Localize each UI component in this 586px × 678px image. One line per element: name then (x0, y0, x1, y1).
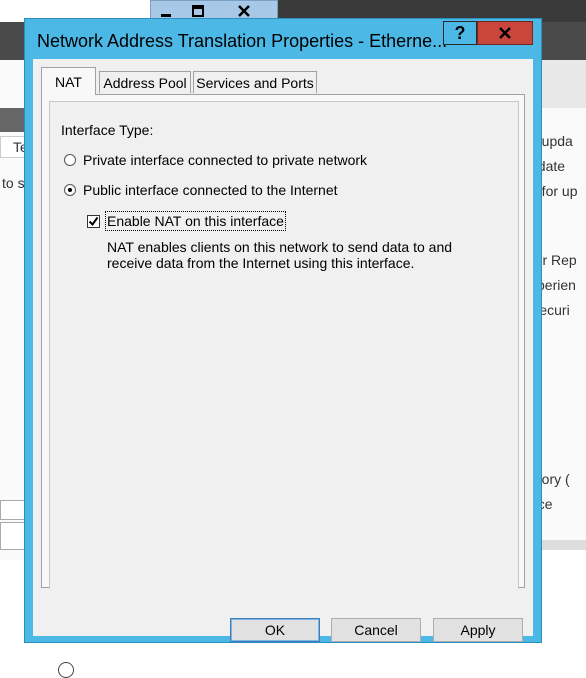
dialog-titlebar[interactable]: Network Address Translation Properties -… (25, 19, 541, 61)
close-icon (499, 27, 511, 39)
interface-type-label: Interface Type: (61, 122, 154, 138)
cancel-button[interactable]: Cancel (331, 618, 421, 642)
enable-nat-checkbox[interactable] (87, 215, 100, 228)
background-left-header (0, 108, 26, 132)
help-button[interactable]: ? (443, 21, 477, 45)
nat-settings-group: Interface Type: Private interface connec… (49, 101, 519, 589)
checkmark-icon (88, 216, 99, 227)
tab-label: Address Pool (103, 74, 187, 91)
tab-label: Services and Ports (196, 74, 314, 91)
background-divider (540, 540, 586, 550)
tab-address-pool[interactable]: Address Pool (99, 71, 191, 93)
background-column-header[interactable]: Te (0, 136, 28, 158)
apply-button[interactable]: Apply (433, 618, 523, 642)
nat-tab-panel: Interface Type: Private interface connec… (41, 94, 525, 589)
dialog-title: Network Address Translation Properties -… (37, 31, 448, 51)
background-left-text: to s (2, 175, 25, 191)
close-button[interactable] (477, 21, 533, 45)
help-icon: ? (454, 22, 466, 43)
nat-properties-dialog: Network Address Translation Properties -… (24, 18, 542, 643)
enable-nat-label[interactable]: Enable NAT on this interface (105, 211, 286, 231)
dialog-client-area: NAT Address Pool Services and Ports Inte… (33, 59, 533, 642)
cancel-label: Cancel (354, 622, 398, 638)
background-radio[interactable] (58, 662, 74, 678)
private-interface-radio[interactable] (64, 154, 76, 166)
tab-nat[interactable]: NAT (41, 67, 96, 95)
nat-description: NAT enables clients on this network to s… (107, 239, 453, 271)
background-left-field-2 (0, 522, 26, 550)
ok-label: OK (264, 622, 286, 638)
background-left-pane (0, 60, 26, 560)
public-interface-label[interactable]: Public interface connected to the Intern… (83, 182, 338, 198)
ok-button[interactable]: OK (230, 618, 320, 642)
tab-label: NAT (55, 73, 82, 90)
apply-label: Apply (460, 622, 496, 638)
background-left-field (0, 500, 26, 520)
public-interface-radio[interactable] (64, 184, 76, 196)
tab-services-and-ports[interactable]: Services and Ports (193, 71, 317, 93)
private-interface-label[interactable]: Private interface connected to private n… (83, 152, 367, 168)
